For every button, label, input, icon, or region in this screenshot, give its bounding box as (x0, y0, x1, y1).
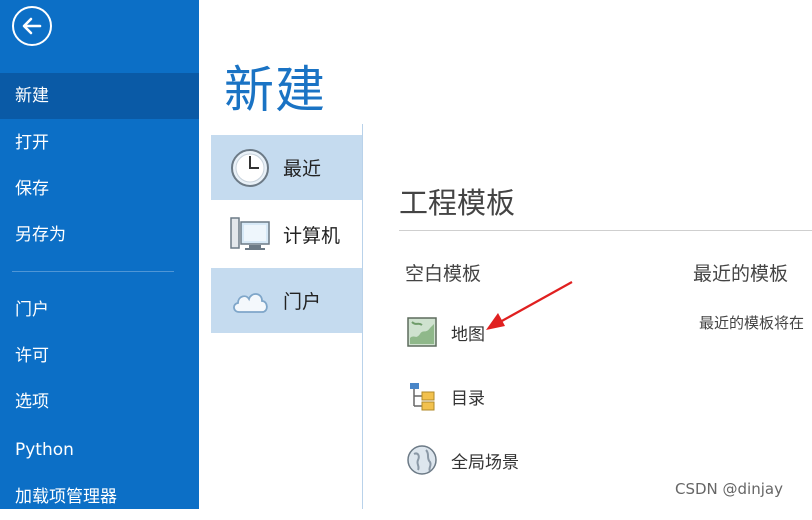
template-label: 地图 (451, 324, 485, 345)
sidebar-item-portal[interactable]: 门户 (0, 287, 199, 333)
sidebar-item-python[interactable]: Python (0, 427, 199, 473)
nav-label: 门户 (283, 291, 322, 313)
template-global-scene[interactable]: 全局场景 (405, 441, 519, 479)
sidebar-item-licensing[interactable]: 许可 (0, 333, 199, 379)
cloud-icon (229, 280, 271, 322)
sidebar-item-save[interactable]: 保存 (0, 166, 199, 212)
clock-icon (229, 147, 271, 189)
catalog-icon (405, 379, 439, 413)
computer-icon (229, 214, 271, 256)
sidebar-item-open[interactable]: 打开 (0, 120, 199, 166)
recent-templates-note: 最近的模板将在 (699, 314, 805, 332)
section-title-project-templates: 工程模板 (399, 186, 516, 220)
nav-item-computer[interactable]: 计算机 (211, 202, 362, 267)
template-label: 全局场景 (451, 452, 519, 473)
sidebar-item-save-as[interactable]: 另存为 (0, 212, 199, 258)
sidebar-item-options[interactable]: 选项 (0, 379, 199, 425)
blank-templates-heading: 空白模板 (405, 263, 482, 285)
nav-label: 计算机 (283, 225, 341, 247)
template-catalog[interactable]: 目录 (405, 377, 485, 415)
map-icon (405, 315, 439, 349)
back-button[interactable] (12, 6, 52, 46)
template-map[interactable]: 地图 (405, 313, 485, 351)
nav-divider (362, 124, 363, 509)
sidebar-item-new[interactable]: 新建 (0, 73, 199, 119)
watermark: CSDN @dinjay (675, 480, 783, 498)
nav-item-portal[interactable]: 门户 (211, 268, 362, 333)
backstage-sidebar: 新建 打开 保存 另存为 门户 许可 选项 Python 加载项管理器 (0, 0, 199, 509)
section-rule (399, 230, 812, 231)
sidebar-item-addin-manager[interactable]: 加载项管理器 (0, 474, 199, 520)
template-label: 目录 (451, 388, 485, 409)
nav-item-recent[interactable]: 最近 (211, 135, 362, 200)
page-title: 新建 (224, 61, 326, 119)
nav-label: 最近 (283, 158, 322, 180)
recent-templates-heading: 最近的模板 (693, 263, 789, 285)
globe-icon (405, 443, 439, 477)
back-arrow-icon (22, 17, 42, 35)
sidebar-divider (12, 271, 174, 272)
